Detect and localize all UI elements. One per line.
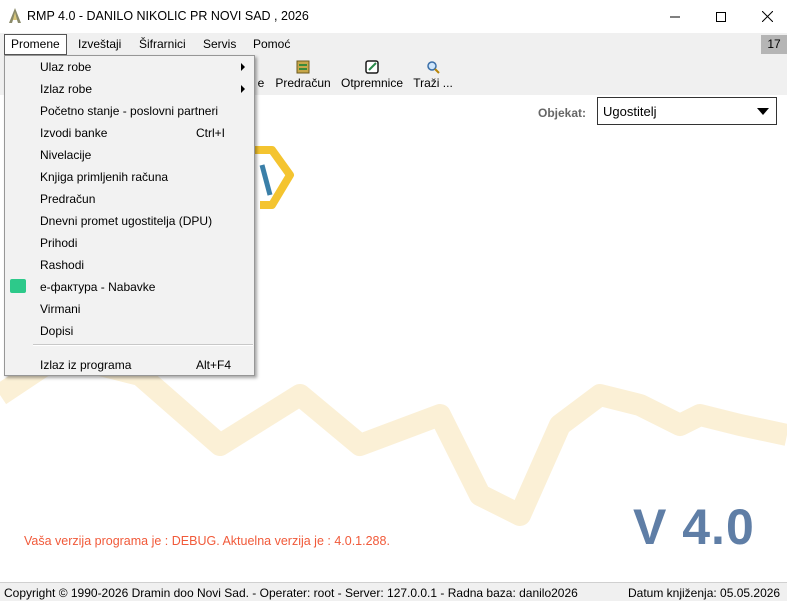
menu-item-label: Rashodi <box>40 258 85 272</box>
promene-dropdown-menu: Ulaz robe Izlaz robe Početno stanje - po… <box>4 55 255 376</box>
menu-item-label: Dnevni promet ugostitelja (DPU) <box>40 214 213 228</box>
menu-item-label: Izlaz iz programa <box>40 358 132 372</box>
menu-item-label: Početno stanje - poslovni partneri <box>40 104 219 118</box>
menu-promene[interactable]: Promene <box>4 34 67 55</box>
minimize-button[interactable] <box>652 0 698 33</box>
close-button[interactable] <box>744 0 787 33</box>
menu-item-label: Prihodi <box>40 236 78 250</box>
menu-item-label: Predračun <box>40 192 96 206</box>
toolbar-button-partial[interactable]: e <box>255 58 267 92</box>
rmp-app-icon <box>9 8 21 23</box>
menu-item-label: Izvodi banke <box>40 126 108 140</box>
maximize-button[interactable] <box>698 0 744 33</box>
search-icon <box>427 61 440 74</box>
menu-pomoc[interactable]: Pomoć <box>247 33 296 55</box>
menu-item-shortcut: Alt+F4 <box>196 358 232 372</box>
menu-item-label: Ulaz robe <box>40 60 92 74</box>
menu-izvestaji[interactable]: Izveštaji <box>72 33 127 55</box>
menu-item-label: Knjiga primljenih računa <box>40 170 169 184</box>
objekat-select[interactable]: Ugostitelj <box>597 97 777 125</box>
menu-separator <box>33 344 253 346</box>
menu-item-dopisi[interactable]: Dopisi <box>6 320 253 342</box>
menu-servis[interactable]: Servis <box>197 33 242 55</box>
menu-item-izvodi-banke[interactable]: Izvodi banke Ctrl+I <box>6 122 253 144</box>
menu-item-label: Izlaz robe <box>40 82 93 96</box>
chevron-down-icon <box>757 108 769 115</box>
toolbar-predracun-button[interactable]: Predračun <box>274 58 332 92</box>
close-icon <box>761 11 773 22</box>
menu-item-prihodi[interactable]: Prihodi <box>6 232 253 254</box>
status-posting-date: Datum knjiženja: 05.05.2026 <box>628 586 781 600</box>
menu-item-izlaz-robe[interactable]: Izlaz robe <box>6 78 253 100</box>
version-label: V 4.0 <box>633 499 755 555</box>
menu-item-knjiga-primljenih[interactable]: Knjiga primljenih računa <box>6 166 253 188</box>
toolbar-button-label: Traži ... <box>413 76 453 90</box>
menu-item-virmani[interactable]: Virmani <box>6 298 253 320</box>
submenu-arrow-icon <box>241 85 245 93</box>
e-faktura-icon <box>10 279 26 293</box>
menu-item-shortcut: Ctrl+I <box>196 126 226 140</box>
menu-item-ulaz-robe[interactable]: Ulaz robe <box>6 56 253 78</box>
status-copyright: Copyright © 1990-2026 Dramin doo Novi Sa… <box>4 586 578 600</box>
menu-item-predracun[interactable]: Predračun <box>6 188 253 210</box>
menu-item-e-faktura[interactable]: e-фактура - Nabavke <box>6 276 253 298</box>
menu-item-nivelacije[interactable]: Nivelacije <box>6 144 253 166</box>
toolbar-trazi-button[interactable]: Traži ... <box>413 58 453 92</box>
toolbar-otpremnice-button[interactable]: Otpremnice <box>339 58 405 92</box>
status-bar: Copyright © 1990-2026 Dramin doo Novi Sa… <box>0 582 787 601</box>
minimize-icon <box>670 16 680 17</box>
document-icon <box>296 60 310 74</box>
menu-item-label: Virmani <box>40 302 81 316</box>
menu-item-label: Nivelacije <box>40 148 92 162</box>
menu-item-dnevni-promet[interactable]: Dnevni promet ugostitelja (DPU) <box>6 210 253 232</box>
menu-item-label: Dopisi <box>40 324 74 338</box>
menu-bar: Promene Izveštaji Šifrarnici Servis Pomo… <box>0 33 787 55</box>
title-bar: RMP 4.0 - DANILO NIKOLIC PR NOVI SAD , 2… <box>0 0 787 33</box>
edit-icon <box>365 60 379 74</box>
window-title: RMP 4.0 - DANILO NIKOLIC PR NOVI SAD , 2… <box>27 9 309 23</box>
menu-item-pocetno-stanje[interactable]: Početno stanje - poslovni partneri <box>6 100 253 122</box>
menu-item-label: e-фактура - Nabavke <box>40 280 156 294</box>
menu-item-rashodi[interactable]: Rashodi <box>6 254 253 276</box>
count-badge: 17 <box>761 35 787 54</box>
objekat-label: Objekat: <box>538 106 587 120</box>
toolbar-button-label: Otpremnice <box>340 76 404 90</box>
objekat-value: Ugostitelj <box>603 104 657 119</box>
unknown-icon <box>255 60 269 74</box>
menu-item-izlaz-iz-programa[interactable]: Izlaz iz programa Alt+F4 <box>6 354 253 376</box>
version-message: Vaša verzija programa je : DEBUG. Aktuel… <box>24 534 390 548</box>
toolbar-button-label: Predračun <box>275 76 331 90</box>
submenu-arrow-icon <box>241 63 245 71</box>
toolbar-button-label: e <box>257 76 265 90</box>
maximize-icon <box>716 11 726 22</box>
menu-sifrarnici[interactable]: Šifrarnici <box>133 33 192 55</box>
